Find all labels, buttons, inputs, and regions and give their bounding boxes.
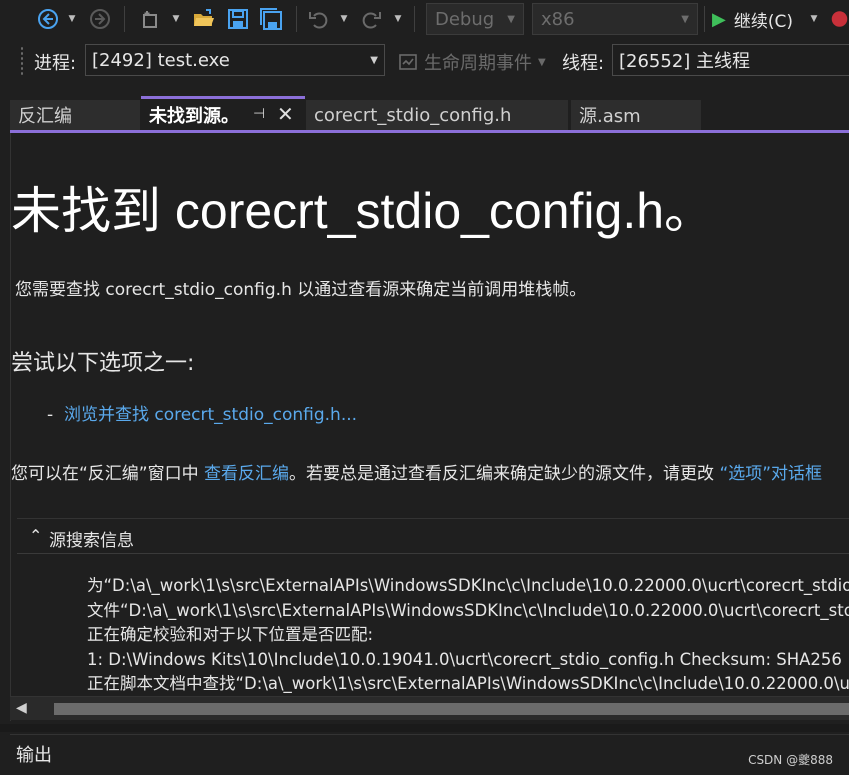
chevron-down-icon: ▼ (810, 14, 818, 24)
document-tab-bar: 反汇编 未找到源。 ⊣ ✕ corecrt_stdio_config.h 源.a… (0, 96, 849, 130)
undo-button[interactable] (306, 4, 332, 34)
solution-platform-value: x86 (541, 8, 575, 30)
source-search-info-content: 为“D:\a\_work\1\s\src\ExternalAPIs\Window… (87, 574, 849, 697)
tab-corecrt-stdio-config[interactable]: corecrt_stdio_config.h (306, 100, 568, 130)
save-icon (228, 9, 248, 29)
process-combo[interactable]: [2492] test.exe ▼ (85, 44, 385, 76)
page-title: 未找到 corecrt_stdio_config.h。 (11, 183, 715, 239)
chevron-down-icon: ▼ (340, 14, 348, 24)
new-project-button[interactable] (136, 4, 164, 34)
tab-source-not-found[interactable]: 未找到源。 ⊣ ✕ (141, 96, 305, 130)
process-label: 进程: (34, 53, 77, 74)
debug-location-toolbar: 进程: [2492] test.exe ▼ 生命周期事件 ▼ 线程: [2655… (0, 40, 849, 82)
chevron-up-icon[interactable]: ⌃ (29, 526, 42, 545)
tab-disassembly[interactable]: 反汇编 (10, 100, 140, 130)
tab-label: 反汇编 (18, 106, 72, 127)
redo-button[interactable] (358, 4, 384, 34)
chevron-down-icon: ▼ (507, 13, 515, 25)
process-value: [2492] test.exe (92, 49, 230, 71)
output-panel-title: 输出 (16, 745, 52, 766)
main-toolbar: ▼ ▼ ▼ ▼ Debug ▼ x86 ▼ ▶ 继续(C) ▼ (0, 0, 849, 38)
source-search-info-expander[interactable]: ⌃ 源搜索信息 (17, 518, 849, 554)
new-project-icon (143, 11, 157, 28)
info-line: 正在脚本文档中查找“D:\a\_work\1\s\src\ExternalAPI… (87, 674, 849, 693)
browse-option: - 浏览并查找 corecrt_stdio_config.h... (47, 400, 357, 425)
save-button[interactable] (224, 4, 252, 34)
toolbar-separator (704, 6, 705, 32)
lifecycle-events-icon (399, 54, 417, 70)
info-line: 正在确定校验和对于以下位置是否匹配: (87, 625, 374, 644)
navigate-forward-button[interactable] (86, 4, 114, 34)
continue-label: 继续(C) (733, 11, 793, 32)
thread-value: [26552] 主线程 (619, 51, 751, 72)
redo-icon (362, 12, 381, 29)
thread-combo[interactable]: [26552] 主线程 (612, 44, 849, 76)
solution-configuration-combo[interactable]: Debug ▼ (426, 3, 524, 35)
output-panel: 输出 CSDN @夔888 (10, 734, 849, 775)
disassembly-hint-middle: 。若要总是通过查看反汇编来确定缺少的源文件，请更改 (289, 464, 720, 484)
redo-dropdown[interactable]: ▼ (390, 4, 406, 34)
toolbar-grip[interactable] (20, 46, 24, 76)
horizontal-scrollbar[interactable]: ◀ (10, 696, 849, 720)
solution-platform-combo[interactable]: x86 ▼ (532, 3, 698, 35)
chevron-down-icon: ▼ (681, 13, 689, 25)
tab-label: 源.asm (579, 106, 641, 127)
tab-label: 未找到源。 (149, 105, 239, 127)
watermark: CSDN @夔888 (748, 753, 833, 767)
lifecycle-events-label: 生命周期事件 (424, 53, 532, 74)
info-line: 为“D:\a\_work\1\s\src\ExternalAPIs\Window… (87, 576, 849, 595)
source-not-found-document: 未找到 corecrt_stdio_config.h。 您需要查找 corecr… (10, 133, 849, 721)
thread-label: 线程: (562, 53, 605, 74)
chevron-down-icon: ▼ (370, 54, 378, 66)
info-line: 文件“D:\a\_work\1\s\src\ExternalAPIs\Windo… (87, 600, 849, 620)
description-text: 您需要查找 corecrt_stdio_config.h 以通过查看源来确定当前… (15, 280, 587, 300)
chevron-down-icon: ▼ (538, 56, 546, 68)
open-folder-icon (194, 9, 214, 26)
solution-configuration-value: Debug (435, 8, 495, 30)
toolbar-separator (414, 6, 415, 32)
toolbar-separator (124, 6, 125, 32)
view-disassembly-link[interactable]: 查看反汇编 (204, 464, 289, 484)
scroll-left-icon[interactable]: ◀ (16, 700, 27, 716)
source-search-info-label: 源搜索信息 (49, 531, 134, 551)
new-project-dropdown[interactable]: ▼ (168, 4, 184, 34)
close-icon[interactable]: ✕ (277, 102, 294, 126)
continue-button[interactable]: ▶ 继续(C) (712, 4, 804, 34)
save-all-icon (260, 8, 282, 30)
options-dialog-link[interactable]: “选项”对话框 (719, 464, 822, 484)
navigate-back-button[interactable] (34, 4, 62, 34)
panel-splitter[interactable] (0, 724, 849, 732)
break-all-button[interactable] (830, 4, 849, 34)
undo-dropdown[interactable]: ▼ (336, 4, 352, 34)
options-heading: 尝试以下选项之一: (11, 351, 195, 376)
pin-icon[interactable]: ⊣ (253, 106, 265, 122)
info-line: 1: D:\Windows Kits\10\Include\10.0.19041… (87, 649, 842, 669)
tab-source-asm[interactable]: 源.asm (571, 100, 701, 130)
chevron-down-icon: ▼ (172, 14, 180, 24)
lifecycle-events-button[interactable]: 生命周期事件 ▼ (398, 49, 546, 75)
disassembly-hint-prefix: 您可以在“反汇编”窗口中 (11, 464, 205, 484)
browse-and-find-link[interactable]: 浏览并查找 corecrt_stdio_config.h... (64, 405, 357, 425)
continue-dropdown[interactable]: ▼ (806, 4, 822, 34)
tab-label: corecrt_stdio_config.h (314, 104, 512, 126)
stop-icon (831, 11, 848, 27)
chevron-down-icon: ▼ (394, 14, 402, 24)
toolbar-separator (296, 6, 297, 32)
forward-arrow-icon (90, 9, 110, 29)
save-all-button[interactable] (256, 4, 286, 34)
play-icon: ▶ (712, 8, 726, 30)
open-file-button[interactable] (190, 4, 218, 34)
chevron-down-icon: ▼ (68, 14, 76, 24)
scrollbar-thumb[interactable] (54, 703, 849, 715)
back-arrow-icon (38, 9, 58, 29)
undo-icon (309, 12, 328, 29)
bullet: - (47, 405, 54, 425)
disassembly-hint: 您可以在“反汇编”窗口中 查看反汇编。若要总是通过查看反汇编来确定缺少的源文件，… (11, 459, 822, 484)
navigate-back-dropdown[interactable]: ▼ (64, 4, 80, 34)
